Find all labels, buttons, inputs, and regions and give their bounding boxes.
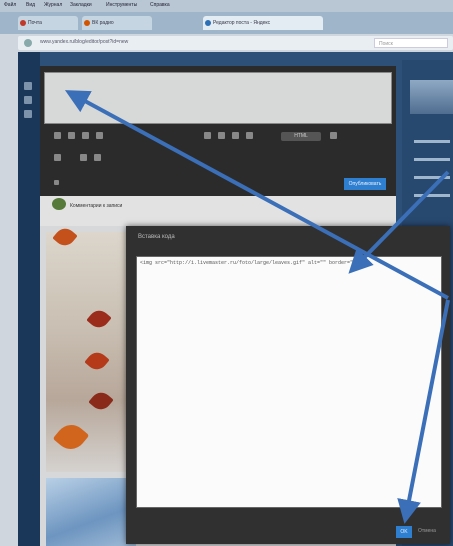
annotation-arrows [64, 90, 450, 524]
arrow-to-editor [64, 90, 449, 300]
arrow-to-ok [397, 299, 450, 524]
arrow-to-code [348, 170, 450, 274]
